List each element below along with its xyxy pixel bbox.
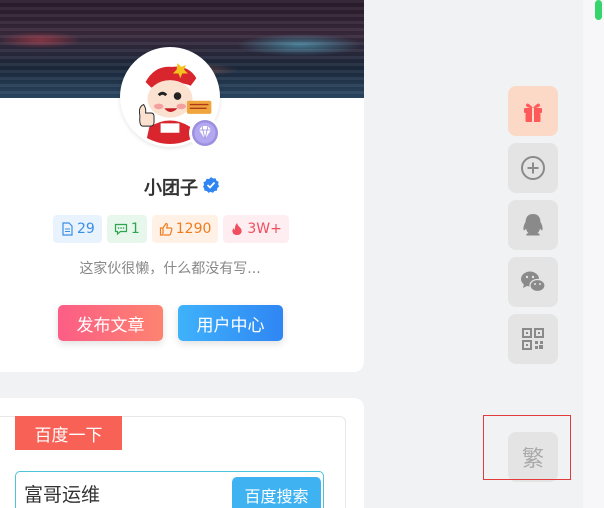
qrcode-button[interactable] xyxy=(508,314,558,364)
stat-comments-count: 1 xyxy=(130,221,140,237)
author-stats: 29 1 1290 3W+ xyxy=(53,215,289,243)
verified-icon xyxy=(202,176,220,198)
baidu-search-tab[interactable]: 百度一下 xyxy=(15,416,122,450)
stat-hot-count: 3W+ xyxy=(247,221,282,237)
qrcode-icon xyxy=(522,328,544,350)
wechat-button[interactable] xyxy=(508,257,558,307)
stat-likes-count: 1290 xyxy=(175,221,212,237)
stat-posts-count: 29 xyxy=(77,221,95,237)
thumbs-up-icon xyxy=(159,222,173,236)
stat-likes[interactable]: 1290 xyxy=(151,215,219,243)
qq-button[interactable] xyxy=(508,200,558,250)
search-box: 百度搜索 xyxy=(15,471,324,508)
comment-icon xyxy=(114,223,127,236)
publish-article-button[interactable]: 发布文章 xyxy=(58,305,163,341)
document-icon xyxy=(62,222,73,236)
wechat-icon xyxy=(521,271,546,293)
search-input[interactable] xyxy=(24,480,224,506)
username-row: 小团子 xyxy=(0,174,364,200)
vip-diamond-icon xyxy=(189,117,221,149)
add-button[interactable] xyxy=(508,143,558,193)
author-bio: 这家伙很懒，什么都没有写... xyxy=(79,261,261,277)
page-scrollbar[interactable] xyxy=(583,0,604,508)
baidu-search-button[interactable]: 百度搜索 xyxy=(232,477,321,508)
add-circle-icon xyxy=(521,156,545,180)
stat-hot[interactable]: 3W+ xyxy=(223,215,289,243)
user-center-button[interactable]: 用户中心 xyxy=(178,305,283,341)
qq-icon xyxy=(523,214,543,236)
fire-icon xyxy=(232,223,242,235)
scrollbar-thumb[interactable] xyxy=(595,0,602,20)
gift-icon: ! xyxy=(524,103,542,123)
stat-comments[interactable]: 1 xyxy=(106,215,147,243)
gift-button[interactable]: ! xyxy=(508,86,558,136)
username[interactable]: 小团子 xyxy=(144,174,198,200)
highlight-box xyxy=(483,415,571,480)
stat-posts[interactable]: 29 xyxy=(53,215,102,243)
